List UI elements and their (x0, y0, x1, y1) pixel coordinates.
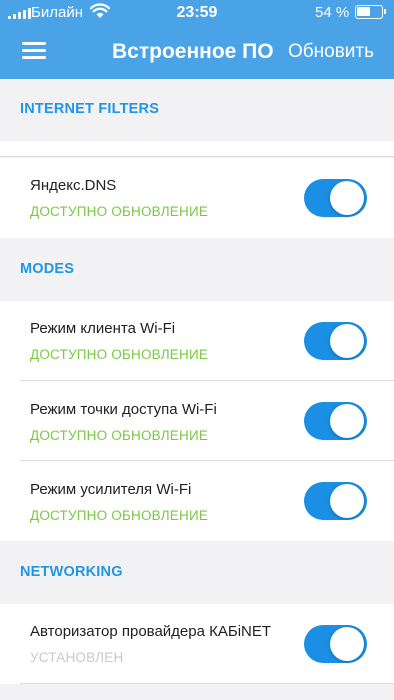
list-item-yandex-dns: Яндекс.DNS ДОСТУПНО ОБНОВЛЕНИЕ (0, 158, 394, 238)
update-status: ДОСТУПНО ОБНОВЛЕНИЕ (30, 428, 209, 443)
list-item-collapsed (0, 141, 394, 157)
toggle-switch-kabinet-authorizer[interactable] (304, 625, 367, 663)
update-status: ДОСТУПНО ОБНОВЛЕНИЕ (30, 508, 209, 523)
section-header-modes: MODES (0, 250, 394, 290)
page-title: Встроенное ПО (112, 40, 274, 63)
component-label: Режим клиента Wi-Fi (30, 320, 176, 337)
section-header-networking: NETWORKING (0, 553, 394, 593)
list-item-kabinet-authorizer: Авторизатор провайдера КАБiNET УСТАНОВЛЕ… (0, 604, 394, 684)
component-label: Режим точки доступа Wi-Fi (30, 401, 217, 418)
battery-icon (355, 5, 386, 19)
app-header: Билайн 23:59 54 % Встроенное ПО Обновить (0, 0, 394, 79)
section-header-internet-filters: INTERNET FILTERS (0, 90, 394, 130)
list-item-wifi-repeater-mode: Режим усилителя Wi-Fi ДОСТУПНО ОБНОВЛЕНИ… (0, 461, 394, 541)
section-title: NETWORKING (20, 564, 123, 580)
firmware-screen: Билайн 23:59 54 % Встроенное ПО Обновить… (0, 0, 394, 700)
divider (20, 683, 394, 684)
battery-percent: 54 % (315, 4, 350, 21)
list-item-wifi-client-mode: Режим клиента Wi-Fi ДОСТУПНО ОБНОВЛЕНИЕ (0, 301, 394, 381)
update-status: ДОСТУПНО ОБНОВЛЕНИЕ (30, 347, 209, 362)
list-item-wifi-access-point-mode: Режим точки доступа Wi-Fi ДОСТУПНО ОБНОВ… (0, 381, 394, 461)
hamburger-menu-icon[interactable] (22, 42, 46, 60)
toggle-switch-wifi-client-mode[interactable] (304, 322, 367, 360)
install-status: УСТАНОВЛЕН (30, 650, 124, 665)
update-status: ДОСТУПНО ОБНОВЛЕНИЕ (30, 204, 209, 219)
component-label: Авторизатор провайдера КАБiNET (30, 623, 272, 640)
section-title: MODES (20, 261, 75, 277)
toggle-switch-wifi-access-point-mode[interactable] (304, 402, 367, 440)
component-label: Яндекс.DNS (30, 177, 117, 194)
status-bar: Билайн 23:59 54 % (0, 0, 394, 26)
component-label: Режим усилителя Wi-Fi (30, 481, 192, 498)
section-title: INTERNET FILTERS (20, 101, 160, 117)
toggle-switch-yandex-dns[interactable] (304, 179, 367, 217)
refresh-button[interactable]: Обновить (288, 41, 374, 63)
toggle-switch-wifi-repeater-mode[interactable] (304, 482, 367, 520)
